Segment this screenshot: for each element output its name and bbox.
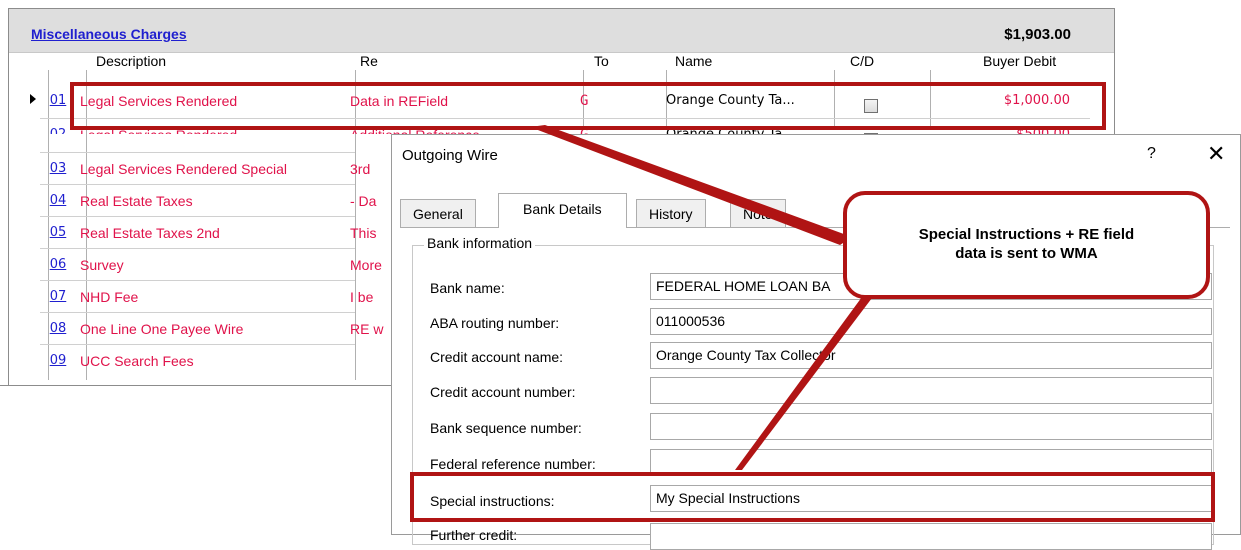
callout-pointer-to-instructions [735, 286, 878, 470]
annotation-callout: Special Instructions + RE field data is … [843, 191, 1210, 299]
tab-bank-details[interactable]: Bank Details [498, 193, 627, 228]
callout-line-1: Special Instructions + RE field [918, 226, 1135, 243]
callout-line-2: data is sent to WMA [955, 245, 1098, 262]
